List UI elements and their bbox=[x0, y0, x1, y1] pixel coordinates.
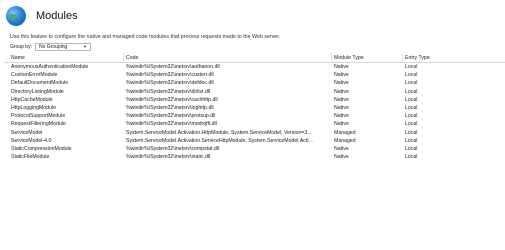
column-header-entry-type[interactable]: Entry Type bbox=[405, 53, 495, 62]
cell-code: %windir%\System32\inetsrv\custerr.dll bbox=[126, 72, 214, 79]
toolbar: Group by: No Grouping ▼ bbox=[10, 42, 91, 51]
group-by-dropdown[interactable]: No Grouping ▼ bbox=[34, 42, 91, 51]
table-row[interactable]: ServiceModel-4.0 System.ServiceModel.Act… bbox=[4, 137, 505, 145]
table-row[interactable]: DefaultDocumentModule %windir%\System32\… bbox=[4, 79, 505, 87]
cell-entry-type: Local bbox=[405, 105, 418, 112]
cell-module-type: Native bbox=[334, 145, 349, 152]
cell-entry-type: Local bbox=[405, 154, 418, 161]
column-header-name[interactable]: Name bbox=[11, 53, 121, 62]
table-row[interactable]: StaticCompressionModule %windir%\System3… bbox=[4, 145, 505, 153]
table-row[interactable]: ServiceModel System.ServiceModel.Activat… bbox=[4, 129, 505, 137]
cell-module-type: Native bbox=[334, 105, 349, 112]
cell-entry-type: Local bbox=[405, 137, 418, 144]
cell-entry-type: Local bbox=[405, 80, 418, 87]
cell-code: %windir%\System32\inetsrv\modrqflt.dll bbox=[126, 121, 217, 128]
cell-code: %windir%\System32\inetsrv\defdoc.dll bbox=[126, 80, 214, 87]
cell-name: CustomErrorModule bbox=[11, 72, 58, 79]
column-header-module-type[interactable]: Module Type bbox=[334, 53, 402, 62]
cell-name: StaticFileModule bbox=[11, 154, 50, 161]
cell-entry-type: Local bbox=[405, 72, 418, 79]
cell-name: RequestFilteringModule bbox=[11, 121, 66, 128]
cell-name: HttpLoggingModule bbox=[11, 105, 56, 112]
column-header-code[interactable]: Code bbox=[126, 53, 332, 62]
cell-entry-type: Local bbox=[405, 96, 418, 103]
cell-code: %windir%\System32\inetsrv\protsup.dll bbox=[126, 113, 216, 120]
table-row[interactable]: HttpLoggingModule %windir%\System32\inet… bbox=[4, 104, 505, 112]
cell-code: %windir%\System32\inetsrv\cachhttp.dll bbox=[126, 96, 218, 103]
cell-name: ProtocolSupportModule bbox=[11, 113, 66, 120]
table-row[interactable]: HttpCacheModule %windir%\System32\inetsr… bbox=[4, 96, 505, 104]
page-header: Modules bbox=[6, 5, 78, 27]
cell-module-type: Native bbox=[334, 154, 349, 161]
table-row[interactable]: DirectoryListingModule %windir%\System32… bbox=[4, 88, 505, 96]
cell-code: %windir%\System32\inetsrv\authanon.dll bbox=[126, 64, 220, 71]
cell-entry-type: Local bbox=[405, 145, 418, 152]
cell-module-type: Native bbox=[334, 88, 349, 95]
cell-code: %windir%\System32\inetsrv\loghttp.dll bbox=[126, 105, 214, 112]
cell-code: %windir%\System32\inetsrv\static.dll bbox=[126, 154, 211, 161]
cell-name: DirectoryListingModule bbox=[11, 88, 64, 95]
cell-code: %windir%\System32\inetsrv\dirlist.dll bbox=[126, 88, 211, 95]
cell-name: StaticCompressionModule bbox=[11, 145, 72, 152]
group-by-value: No Grouping bbox=[38, 43, 68, 50]
cell-entry-type: Local bbox=[405, 121, 418, 128]
cell-entry-type: Local bbox=[405, 113, 418, 120]
cell-module-type: Managed bbox=[334, 129, 356, 136]
column-divider[interactable] bbox=[402, 53, 403, 62]
cell-name: HttpCacheModule bbox=[11, 96, 53, 103]
cell-module-type: Native bbox=[334, 72, 349, 79]
cell-entry-type: Local bbox=[405, 88, 418, 95]
feature-description: Use this feature to configure the native… bbox=[10, 34, 281, 40]
cell-module-type: Native bbox=[334, 96, 349, 103]
cell-module-type: Native bbox=[334, 113, 349, 120]
table-row[interactable]: CustomErrorModule %windir%\System32\inet… bbox=[4, 71, 505, 79]
table-row[interactable]: AnonymousAuthenticationModule %windir%\S… bbox=[4, 63, 505, 71]
cell-module-type: Native bbox=[334, 80, 349, 87]
cell-name: AnonymousAuthenticationModule bbox=[11, 64, 89, 71]
cell-code: System.ServiceModel.Activation.ServiceHt… bbox=[126, 137, 313, 144]
modules-table: Name Code Module Type Entry Type Anonymo… bbox=[4, 53, 505, 243]
cell-entry-type: Local bbox=[405, 64, 418, 71]
table-row[interactable]: ProtocolSupportModule %windir%\System32\… bbox=[4, 112, 505, 120]
globe-icon bbox=[6, 6, 26, 26]
cell-module-type: Managed bbox=[334, 137, 356, 144]
cell-name: ServiceModel bbox=[11, 129, 43, 136]
group-by-label: Group by: bbox=[10, 43, 32, 50]
chevron-down-icon: ▼ bbox=[83, 44, 87, 49]
column-divider[interactable] bbox=[123, 53, 124, 62]
table-row[interactable]: RequestFilteringModule %windir%\System32… bbox=[4, 120, 505, 128]
column-divider[interactable] bbox=[331, 53, 332, 62]
table-header: Name Code Module Type Entry Type bbox=[4, 53, 505, 63]
cell-code: System.ServiceModel.Activation.HttpModul… bbox=[126, 129, 312, 136]
cell-code: %windir%\System32\inetsrv\compstat.dll bbox=[126, 145, 220, 152]
page-title: Modules bbox=[36, 10, 78, 22]
cell-name: DefaultDocumentModule bbox=[11, 80, 69, 87]
cell-module-type: Native bbox=[334, 64, 349, 71]
cell-entry-type: Local bbox=[405, 129, 418, 136]
cell-module-type: Native bbox=[334, 121, 349, 128]
cell-name: ServiceModel-4.0 bbox=[11, 137, 52, 144]
table-row[interactable]: StaticFileModule %windir%\System32\inets… bbox=[4, 153, 505, 161]
